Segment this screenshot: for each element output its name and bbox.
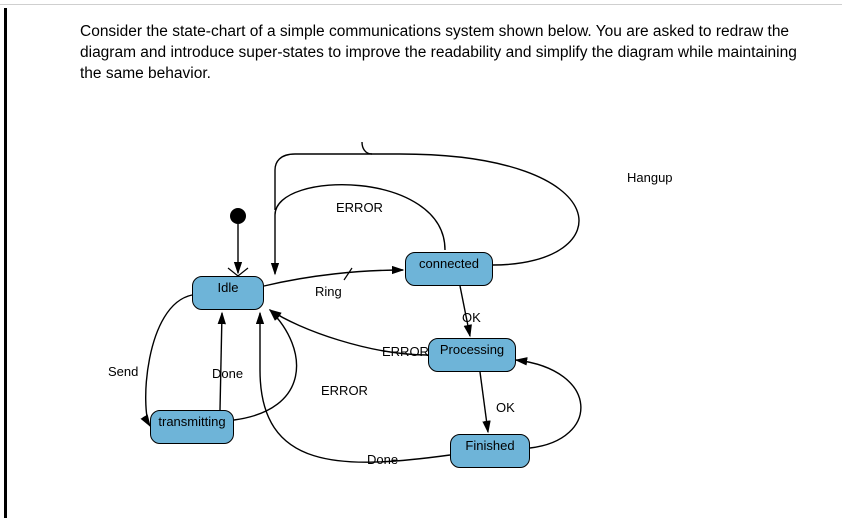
question-prompt: Consider the state-chart of a simple com… xyxy=(80,22,802,85)
left-border-bar xyxy=(4,8,7,518)
state-chart-diagram: Idle connected Processing Finished trans… xyxy=(100,110,700,510)
transition-arrows xyxy=(100,110,700,510)
top-rule xyxy=(0,4,842,5)
